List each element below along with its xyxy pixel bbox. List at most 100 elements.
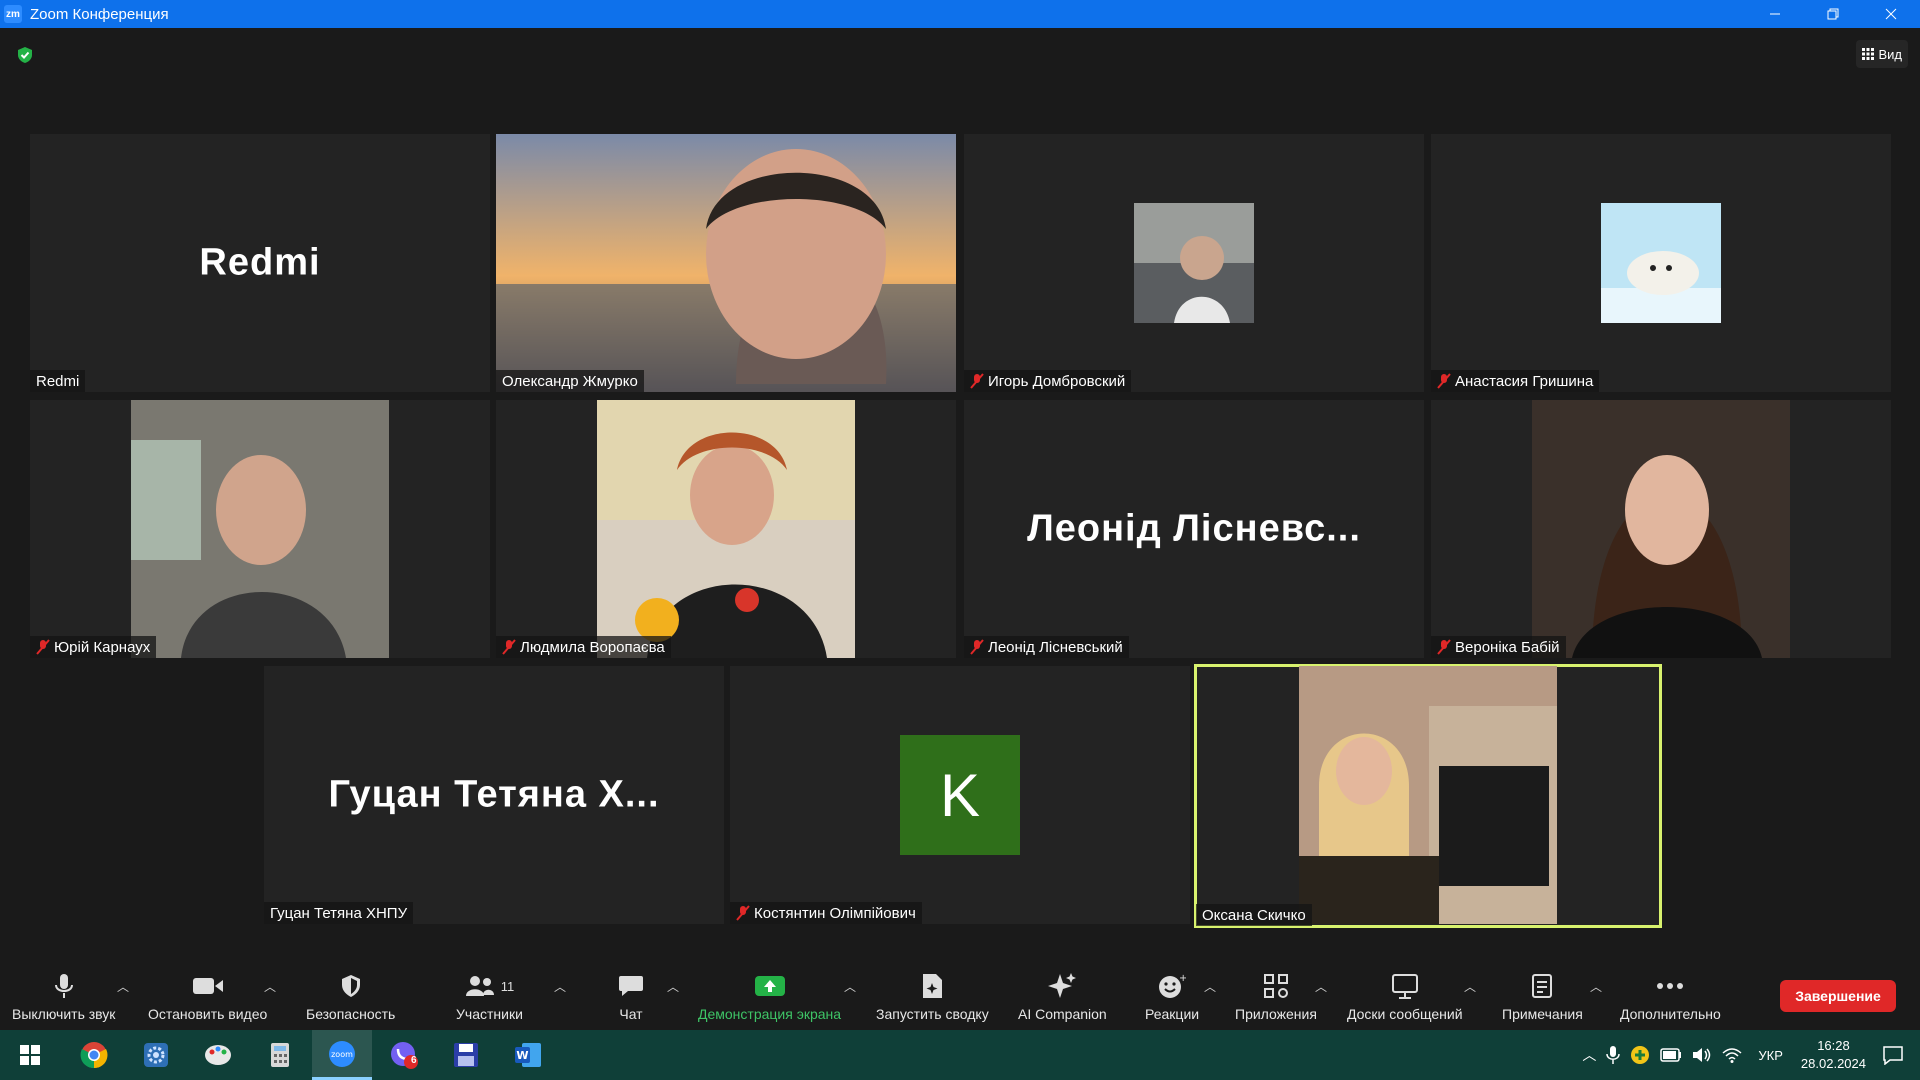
video-tile[interactable]: Олександр Жмурко xyxy=(496,134,956,392)
share-screen-button[interactable]: Демонстрация экрана xyxy=(698,972,841,1022)
show-hidden-icons-chevron-icon[interactable]: ︿ xyxy=(1582,1045,1596,1065)
video-tile[interactable]: Юрій Карнаух xyxy=(30,400,490,658)
video-tile[interactable]: Redmi Redmi xyxy=(30,134,490,392)
apps-label: Приложения xyxy=(1235,1006,1317,1022)
chat-options-caret[interactable]: ︿ xyxy=(667,978,679,995)
ai-companion-label: AI Companion xyxy=(1018,1006,1107,1022)
participant-name: Гуцан Тетяна ХНПУ xyxy=(270,904,408,922)
taskbar-zoom[interactable]: zoom xyxy=(312,1030,372,1080)
participant-display-name: Redmi xyxy=(199,241,321,284)
video-camera-icon xyxy=(192,978,223,994)
video-tile[interactable]: Леонід Лісневс... Леонід Лісневський xyxy=(964,400,1424,658)
ai-companion-button[interactable]: AI Companion xyxy=(1018,972,1107,1022)
notes-button[interactable]: Примечания xyxy=(1502,972,1583,1022)
participant-name: Олександр Жмурко xyxy=(502,372,638,390)
taskbar-viber[interactable]: 6 xyxy=(374,1030,434,1080)
participant-video xyxy=(1532,400,1790,658)
whiteboards-button[interactable]: Доски сообщений xyxy=(1347,972,1463,1022)
mute-button[interactable]: Выключить звук xyxy=(12,972,115,1022)
ai-sparkle-icon xyxy=(1048,973,1077,998)
video-tile[interactable]: Игорь Домбровский xyxy=(964,134,1424,392)
windows-logo-icon xyxy=(20,1045,40,1065)
taskbar-chrome[interactable] xyxy=(64,1030,124,1080)
battery-icon[interactable] xyxy=(1660,1048,1682,1062)
system-tray: ︿ УКР 16:28 28.02.2024 xyxy=(1582,1030,1920,1080)
chat-button[interactable]: Чат xyxy=(618,972,644,1022)
security-button[interactable]: Безопасность xyxy=(306,972,395,1022)
mic-muted-icon xyxy=(970,373,984,389)
avatar-letter: K xyxy=(939,761,981,829)
whiteboards-options-caret[interactable]: ︿ xyxy=(1464,978,1476,995)
tray-update-icon[interactable] xyxy=(1630,1045,1650,1065)
stop-video-button[interactable]: Остановить видео xyxy=(148,972,267,1022)
mic-muted-icon xyxy=(970,639,984,655)
video-tile[interactable]: Людмила Воропаєва xyxy=(496,400,956,658)
active-speaker-tile[interactable]: Оксана Скичко xyxy=(1194,664,1662,928)
video-options-caret[interactable]: ︿ xyxy=(264,978,276,995)
view-button[interactable]: Вид xyxy=(1856,40,1908,68)
participants-button[interactable]: 11 Участники xyxy=(456,972,523,1022)
audio-options-caret[interactable]: ︿ xyxy=(117,978,129,995)
participant-video xyxy=(496,134,956,392)
reactions-button[interactable]: + Реакции xyxy=(1145,972,1199,1022)
security-shield-icon xyxy=(341,975,360,997)
video-tile[interactable]: K Костянтин Олімпійович xyxy=(730,666,1190,924)
participant-name-label: Гуцан Тетяна ХНПУ xyxy=(264,902,414,924)
participant-name-label: Оксана Скичко xyxy=(1196,904,1312,926)
video-tile[interactable]: Анастасия Гришина xyxy=(1431,134,1891,392)
taskbar-word[interactable]: W xyxy=(498,1030,558,1080)
view-label: Вид xyxy=(1878,46,1902,62)
start-summary-button[interactable]: Запустить сводку xyxy=(876,972,989,1022)
notes-label: Примечания xyxy=(1502,1006,1583,1022)
svg-text:W: W xyxy=(516,1049,528,1062)
summary-label: Запустить сводку xyxy=(876,1006,989,1022)
taskbar-clock[interactable]: 16:28 28.02.2024 xyxy=(1801,1037,1866,1073)
settings-gear-icon xyxy=(144,1043,168,1067)
tray-microphone-icon[interactable] xyxy=(1606,1045,1621,1065)
participants-options-caret[interactable]: ︿ xyxy=(554,978,566,995)
notifications-icon[interactable] xyxy=(1882,1045,1904,1065)
notes-options-caret[interactable]: ︿ xyxy=(1590,978,1602,995)
apps-options-caret[interactable]: ︿ xyxy=(1315,978,1327,995)
zoom-app-icon: zm xyxy=(4,5,22,23)
share-options-caret[interactable]: ︿ xyxy=(844,978,856,995)
taskbar-paint[interactable] xyxy=(188,1030,248,1080)
video-tile[interactable]: Вероніка Бабій xyxy=(1431,400,1891,658)
reactions-options-caret[interactable]: ︿ xyxy=(1204,978,1216,995)
taskbar-settings[interactable] xyxy=(126,1030,186,1080)
participant-avatar-photo xyxy=(1601,203,1721,323)
close-icon xyxy=(1885,8,1897,20)
participant-name-label: Юрій Карнаух xyxy=(30,636,157,658)
participant-name: Игорь Домбровский xyxy=(988,372,1126,390)
end-meeting-button[interactable]: Завершение xyxy=(1780,980,1896,1012)
video-label: Остановить видео xyxy=(148,1006,268,1022)
participant-name: Людмила Воропаєва xyxy=(520,638,665,656)
taskbar-save-app[interactable] xyxy=(436,1030,496,1080)
apps-icon xyxy=(1263,974,1288,998)
windows-taskbar: zoom 6 W ︿ УКР 16:28 28.02.2024 xyxy=(0,1030,1920,1080)
mic-muted-icon xyxy=(1437,373,1451,389)
title-bar: zm Zoom Конференция xyxy=(0,0,1920,28)
minimize-button[interactable] xyxy=(1746,0,1804,28)
more-button[interactable]: Дополнительно xyxy=(1620,972,1721,1022)
volume-icon[interactable] xyxy=(1692,1047,1712,1063)
notes-icon xyxy=(1532,974,1553,998)
apps-button[interactable]: Приложения xyxy=(1235,972,1317,1022)
clock-date: 28.02.2024 xyxy=(1800,1056,1866,1071)
mic-muted-icon xyxy=(502,639,516,655)
taskbar-calculator[interactable] xyxy=(250,1030,310,1080)
input-language[interactable]: УКР xyxy=(1758,1048,1783,1063)
encryption-shield-icon[interactable] xyxy=(16,46,34,64)
window-title: Zoom Конференция xyxy=(30,5,169,23)
word-icon: W xyxy=(515,1043,541,1067)
meeting-toolbar: Выключить звук ︿ Остановить видео ︿ Безо… xyxy=(0,958,1920,1028)
restore-icon xyxy=(1827,8,1839,20)
restore-button[interactable] xyxy=(1804,0,1862,28)
participant-video xyxy=(597,400,855,658)
start-button[interactable] xyxy=(0,1030,60,1080)
participant-display-name: Леонід Лісневс... xyxy=(1027,507,1361,550)
close-button[interactable] xyxy=(1862,0,1920,28)
video-tile[interactable]: Гуцан Тетяна Х... Гуцан Тетяна ХНПУ xyxy=(264,666,724,924)
wifi-icon[interactable] xyxy=(1722,1047,1742,1063)
participant-name: Костянтин Олімпійович xyxy=(754,904,916,922)
